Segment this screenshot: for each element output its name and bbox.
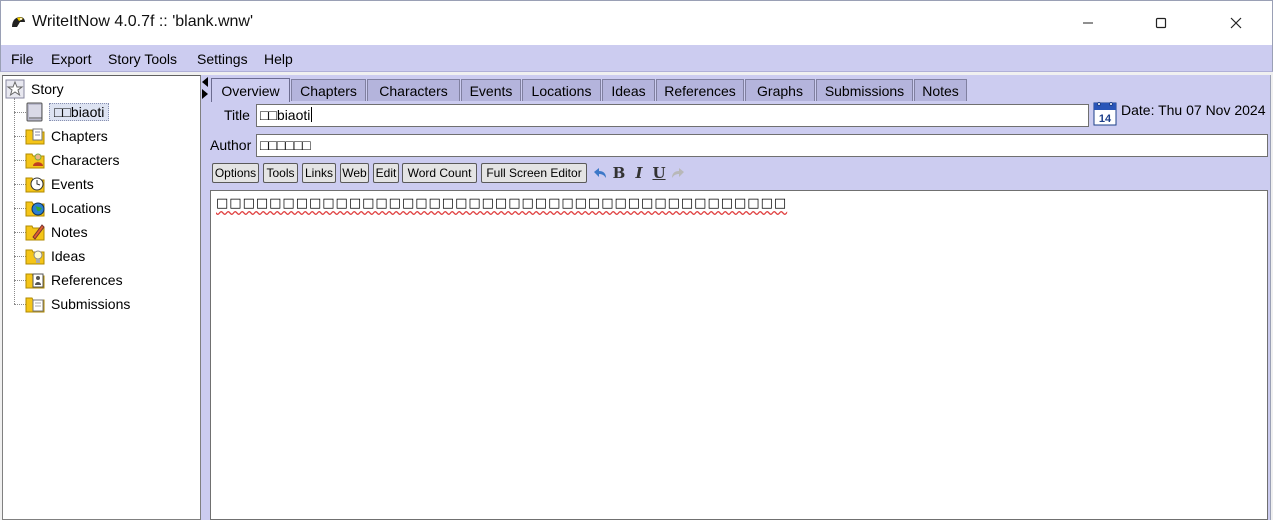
underline-icon[interactable]: U (651, 164, 667, 182)
title-label: Title (224, 107, 250, 123)
maximize-icon (1155, 17, 1167, 29)
notes-folder-icon (25, 222, 45, 242)
panel-splitter[interactable] (201, 75, 209, 520)
author-label: Author (210, 137, 252, 153)
tree-item-characters[interactable]: Characters (25, 149, 119, 171)
author-field[interactable]: □□□□□□ (256, 134, 1268, 157)
minimize-icon (1083, 22, 1093, 24)
tab-chapters[interactable]: Chapters (291, 79, 366, 101)
close-button[interactable] (1213, 1, 1259, 45)
full-screen-editor-button[interactable]: Full Screen Editor (481, 163, 587, 183)
tab-references[interactable]: References (656, 79, 744, 101)
menu-story-tools[interactable]: Story Tools (108, 51, 177, 67)
minimize-button[interactable] (1065, 1, 1111, 45)
tab-characters[interactable]: Characters (367, 79, 460, 101)
menu-export[interactable]: Export (51, 51, 91, 67)
characters-folder-icon (25, 150, 45, 170)
tree-item-chapters[interactable]: Chapters (25, 125, 108, 147)
locations-folder-icon (25, 198, 45, 218)
tree-item-book[interactable]: □□biaoti (25, 101, 110, 123)
menu-settings[interactable]: Settings (197, 51, 248, 67)
tab-ideas[interactable]: Ideas (602, 79, 655, 101)
tab-overview[interactable]: Overview (211, 78, 290, 102)
undo-icon[interactable] (592, 164, 608, 182)
bold-icon[interactable]: B (611, 164, 627, 182)
tree-label-notes: Notes (51, 224, 88, 240)
options-button[interactable]: Options (212, 163, 259, 183)
author-value: □□□□□□ (260, 137, 311, 153)
menu-file[interactable]: File (11, 51, 34, 67)
edit-button[interactable]: Edit (373, 163, 399, 183)
tree-guide-line (14, 98, 15, 304)
events-folder-icon (25, 174, 45, 194)
web-button[interactable]: Web (340, 163, 369, 183)
tree-label-chapters: Chapters (51, 128, 108, 144)
tree-item-notes[interactable]: Notes (25, 221, 88, 243)
word-count-button[interactable]: Word Count (402, 163, 477, 183)
tab-locations[interactable]: Locations (522, 79, 601, 101)
tree-item-submissions[interactable]: Submissions (25, 293, 130, 315)
tree-label-locations: Locations (51, 200, 111, 216)
tree-item-events[interactable]: Events (25, 173, 94, 195)
overview-panel: Overview Chapters Characters Events Loca… (209, 75, 1271, 520)
tree-label-selected: □□biaoti (49, 103, 110, 121)
collapse-left-icon[interactable] (202, 77, 208, 87)
text-caret (311, 107, 313, 122)
app-bird-icon (10, 14, 26, 30)
tree-label-characters: Characters (51, 152, 120, 168)
tree-root-story[interactable]: Story (5, 78, 64, 100)
text-editor[interactable]: □□□□□□□□□□□□□□□□□□□□□□□□□□□□□□□□□□□□□□□□… (210, 190, 1268, 520)
tab-graphs[interactable]: Graphs (745, 79, 815, 101)
italic-icon[interactable]: I (631, 164, 647, 182)
star-book-icon (5, 79, 25, 99)
calendar-icon[interactable]: 14 (1093, 101, 1117, 126)
links-button[interactable]: Links (302, 163, 336, 183)
date-label: Date: Thu 07 Nov 2024 (1121, 102, 1266, 118)
tab-submissions[interactable]: Submissions (816, 79, 913, 101)
title-bar: WriteItNow 4.0.7f :: 'blank.wnw' (0, 0, 1273, 45)
tab-notes[interactable]: Notes (914, 79, 967, 101)
book-icon (25, 102, 45, 122)
menu-bar: File Export Story Tools Settings Help (0, 45, 1273, 72)
tree-label-events: Events (51, 176, 94, 192)
tree-label-ideas: Ideas (51, 248, 86, 264)
window-title: WriteItNow 4.0.7f :: 'blank.wnw' (32, 13, 254, 30)
ideas-folder-icon (25, 246, 45, 266)
chapters-folder-icon (25, 126, 45, 146)
tree-label-story: Story (31, 81, 64, 97)
calendar-day: 14 (1099, 113, 1112, 125)
title-value: □□biaoti (260, 107, 311, 123)
maximize-button[interactable] (1138, 1, 1184, 45)
close-icon (1230, 17, 1242, 29)
editor-content: □□□□□□□□□□□□□□□□□□□□□□□□□□□□□□□□□□□□□□□□… (216, 196, 788, 211)
tree-item-references[interactable]: References (25, 269, 123, 291)
tab-events[interactable]: Events (461, 79, 521, 101)
menu-help[interactable]: Help (264, 51, 293, 67)
references-folder-icon (25, 270, 45, 290)
tree-label-references: References (51, 272, 123, 288)
submissions-folder-icon (25, 294, 45, 314)
redo-icon[interactable] (670, 164, 686, 182)
expand-right-icon[interactable] (202, 89, 208, 99)
tree-item-locations[interactable]: Locations (25, 197, 111, 219)
story-tree: Story □□biaoti Chapters Characters Event… (2, 75, 201, 520)
tree-label-submissions: Submissions (51, 296, 131, 312)
tree-item-ideas[interactable]: Ideas (25, 245, 85, 267)
title-field[interactable]: □□biaoti (256, 104, 1089, 127)
tools-button[interactable]: Tools (263, 163, 298, 183)
